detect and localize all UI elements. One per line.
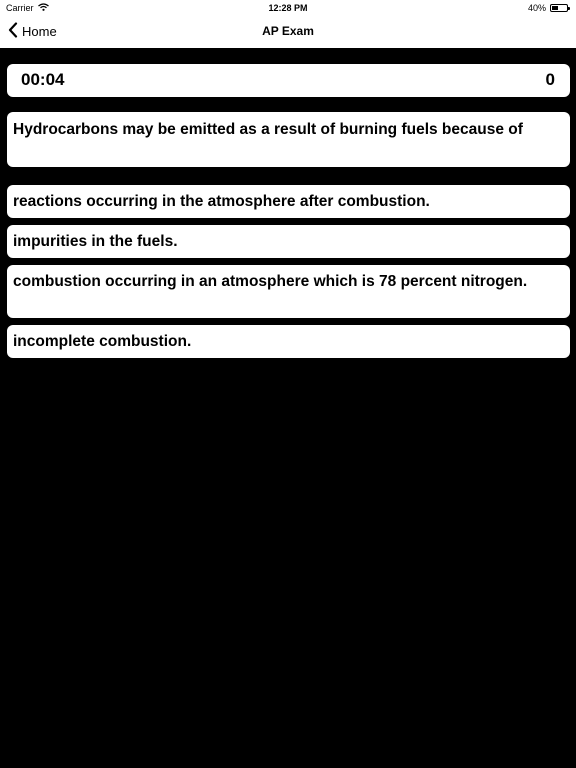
battery-percent: 40% — [527, 3, 546, 13]
answer-option-2[interactable]: impurities in the fuels. — [7, 225, 570, 258]
question-card: Hydrocarbons may be emitted as a result … — [7, 112, 570, 167]
answer-option-1[interactable]: reactions occurring in the atmosphere af… — [7, 185, 570, 218]
status-bar: Carrier 12:28 PM 40% — [0, 0, 576, 16]
page-title: AP Exam — [262, 24, 314, 38]
timer: 00:04 — [21, 70, 65, 89]
answer-text: reactions occurring in the atmosphere af… — [13, 193, 430, 210]
answer-text: combustion occurring in an atmosphere wh… — [13, 273, 528, 290]
answer-option-4[interactable]: incomplete combustion. — [7, 325, 570, 358]
battery-fill — [552, 6, 558, 10]
battery-icon — [550, 4, 570, 12]
timer-score-card: 00:04 0 — [7, 64, 570, 97]
status-time: 12:28 PM — [268, 3, 308, 13]
answer-option-3[interactable]: combustion occurring in an atmosphere wh… — [7, 265, 570, 318]
question-text: Hydrocarbons may be emitted as a result … — [13, 121, 523, 138]
top-bar: Carrier 12:28 PM 40% Home AP Exam — [0, 0, 576, 48]
answer-text: impurities in the fuels. — [13, 233, 178, 250]
answer-text: incomplete combustion. — [13, 333, 192, 350]
status-right: 40% — [527, 3, 570, 13]
nav-bar: Home AP Exam — [0, 16, 576, 48]
score: 0 — [545, 70, 555, 89]
